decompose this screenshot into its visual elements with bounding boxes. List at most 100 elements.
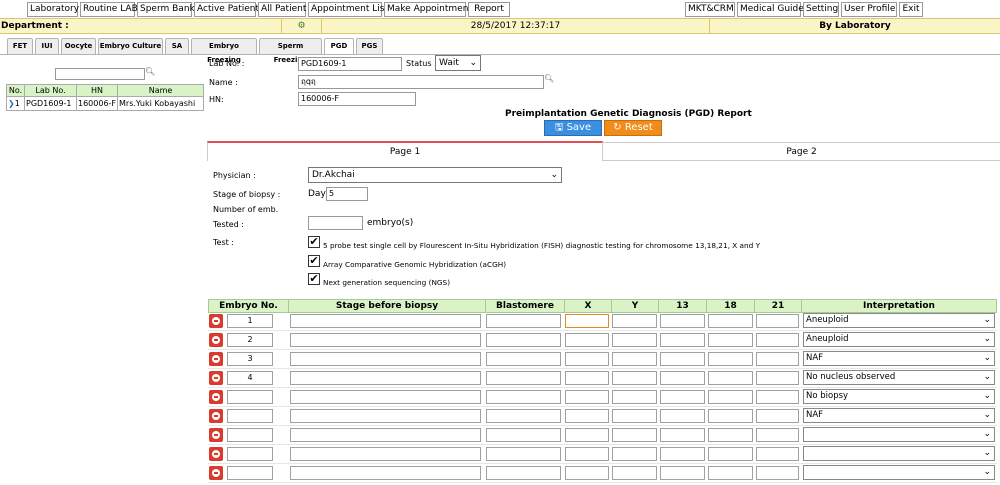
chr21-input[interactable]	[756, 390, 799, 404]
embryo-no-input[interactable]	[227, 447, 273, 461]
save-button[interactable]: 🖫︎ Save	[544, 120, 602, 136]
blastomere-input[interactable]	[486, 371, 561, 385]
menu-active-patient[interactable]: Active Patient	[194, 2, 259, 17]
embryo-no-input[interactable]: 3	[227, 352, 273, 366]
chr18-input[interactable]	[708, 352, 753, 366]
chr21-input[interactable]	[756, 333, 799, 347]
tab-sa[interactable]: SA	[165, 38, 189, 54]
name-search-icon[interactable]: 🔍︎	[544, 74, 554, 83]
menu-make-appointment[interactable]: Make Appointment	[384, 2, 472, 17]
chr21-input[interactable]	[756, 409, 799, 423]
remove-row-icon[interactable]	[209, 352, 223, 366]
menu-exit[interactable]: Exit	[899, 2, 923, 17]
chr13-input[interactable]	[660, 390, 705, 404]
tab-embryo-culture[interactable]: Embryo Culture	[98, 38, 163, 54]
menu-all-patient[interactable]: All Patient	[258, 2, 306, 17]
x-input[interactable]	[565, 371, 609, 385]
blastomere-input[interactable]	[486, 447, 561, 461]
embryo-no-input[interactable]	[227, 466, 273, 480]
chr21-input[interactable]	[756, 371, 799, 385]
y-input[interactable]	[612, 466, 657, 480]
remove-row-icon[interactable]	[209, 466, 223, 480]
chr21-input[interactable]	[756, 428, 799, 442]
patient-search-input[interactable]	[55, 68, 145, 80]
tab-sperm-freezing[interactable]: Sperm Freezing	[259, 38, 322, 64]
chr21-input[interactable]	[756, 314, 799, 328]
chr18-input[interactable]	[708, 466, 753, 480]
interpretation-select[interactable]: Aneuploid ⌄	[803, 332, 995, 347]
y-input[interactable]	[612, 333, 657, 347]
x-input[interactable]	[565, 409, 609, 423]
interpretation-select[interactable]: No biopsy ⌄	[803, 389, 995, 404]
physician-select[interactable]: Dr.Akchai ⌄	[308, 167, 562, 183]
menu-sperm-bank[interactable]: Sperm Bank	[137, 2, 195, 17]
x-input[interactable]	[565, 447, 609, 461]
chr18-input[interactable]	[708, 447, 753, 461]
menu-report[interactable]: Report	[468, 2, 510, 17]
x-input[interactable]	[565, 352, 609, 366]
tab-oocyte[interactable]: Oocyte	[61, 38, 96, 54]
chr13-input[interactable]	[660, 409, 705, 423]
embryo-no-input[interactable]: 2	[227, 333, 273, 347]
x-input[interactable]	[565, 333, 609, 347]
remove-row-icon[interactable]	[209, 447, 223, 461]
chr13-input[interactable]	[660, 466, 705, 480]
menu-mkt-crm[interactable]: MKT&CRM	[685, 2, 735, 17]
search-icon[interactable]: 🔍︎	[145, 67, 155, 76]
interpretation-select[interactable]: NAF ⌄	[803, 408, 995, 423]
chr18-input[interactable]	[708, 390, 753, 404]
menu-medical-guide[interactable]: Medical Guide	[737, 2, 804, 17]
y-input[interactable]	[612, 314, 657, 328]
chr13-input[interactable]	[660, 333, 705, 347]
remove-row-icon[interactable]	[209, 409, 223, 423]
tested-field[interactable]	[308, 216, 363, 230]
chr21-input[interactable]	[756, 466, 799, 480]
interpretation-select[interactable]: No nucleus observed ⌄	[803, 370, 995, 385]
hn-field[interactable]: 160006-F	[298, 92, 416, 106]
tab-pgd[interactable]: PGD	[324, 38, 354, 55]
menu-appointment-list[interactable]: Appointment List	[308, 2, 388, 17]
menu-laboratory[interactable]: Laboratory	[27, 2, 79, 17]
embryo-no-input[interactable]	[227, 390, 273, 404]
stage-before-biopsy-input[interactable]	[290, 352, 481, 366]
remove-row-icon[interactable]	[209, 428, 223, 442]
y-input[interactable]	[612, 428, 657, 442]
remove-row-icon[interactable]	[209, 390, 223, 404]
lab-no-field[interactable]: PGD1609-1	[298, 57, 402, 71]
table-row[interactable]: ❯1 PGD1609-1 160006-F Mrs.Yuki Kobayashi	[6, 96, 204, 111]
interpretation-select[interactable]: ⌄	[803, 446, 995, 461]
interpretation-select[interactable]: ⌄	[803, 465, 995, 480]
chr21-input[interactable]	[756, 447, 799, 461]
embryo-no-input[interactable]	[227, 428, 273, 442]
stage-before-biopsy-input[interactable]	[290, 371, 481, 385]
stage-before-biopsy-input[interactable]	[290, 409, 481, 423]
y-input[interactable]	[612, 371, 657, 385]
chr13-input[interactable]	[660, 352, 705, 366]
chr13-input[interactable]	[660, 428, 705, 442]
stage-before-biopsy-input[interactable]	[290, 428, 481, 442]
stage-before-biopsy-input[interactable]	[290, 447, 481, 461]
embryo-no-input[interactable]	[227, 409, 273, 423]
embryo-no-input[interactable]: 4	[227, 371, 273, 385]
tab-pgs[interactable]: PGS	[356, 38, 383, 54]
interpretation-select[interactable]: NAF ⌄	[803, 351, 995, 366]
chr13-input[interactable]	[660, 314, 705, 328]
chr18-input[interactable]	[708, 333, 753, 347]
menu-setting[interactable]: Setting	[803, 2, 839, 17]
status-select[interactable]: Wait ⌄	[435, 55, 481, 71]
tab-page-1[interactable]: Page 1	[207, 141, 603, 161]
blastomere-input[interactable]	[486, 352, 561, 366]
tab-iui[interactable]: IUI	[35, 38, 59, 54]
x-input[interactable]	[565, 428, 609, 442]
stage-before-biopsy-input[interactable]	[290, 390, 481, 404]
embryo-no-input[interactable]: 1	[227, 314, 273, 328]
interpretation-select[interactable]: Aneuploid ⌄	[803, 313, 995, 328]
x-input[interactable]	[565, 314, 609, 328]
stage-before-biopsy-input[interactable]	[290, 466, 481, 480]
tab-page-2[interactable]: Page 2	[603, 142, 1000, 161]
stage-before-biopsy-input[interactable]	[290, 314, 481, 328]
stage-before-biopsy-input[interactable]	[290, 333, 481, 347]
tab-embryo-freezing[interactable]: Embryo Freezing	[191, 38, 257, 64]
x-input[interactable]	[565, 466, 609, 480]
y-input[interactable]	[612, 409, 657, 423]
